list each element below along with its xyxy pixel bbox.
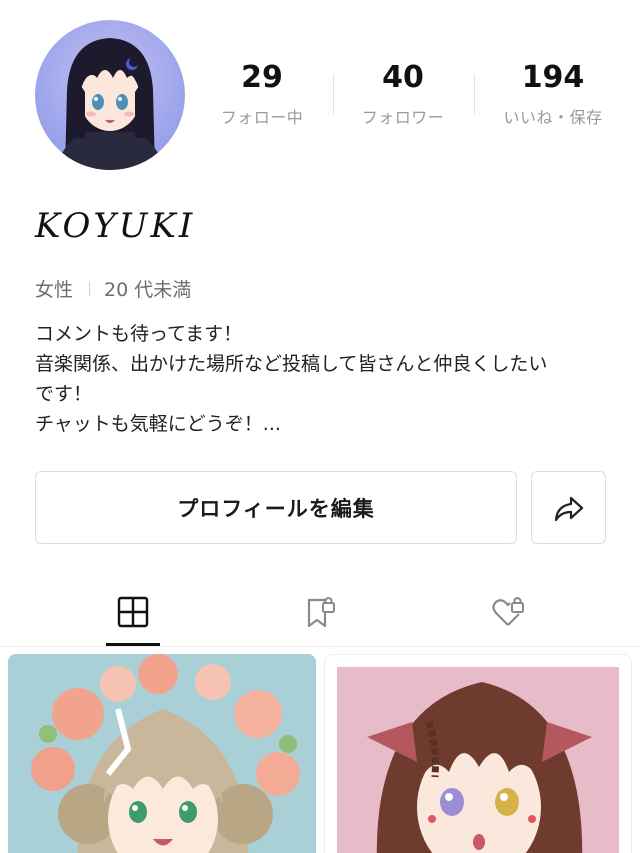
stat-followers[interactable]: 40 フォロワー: [338, 58, 468, 128]
tab-saved[interactable]: [292, 584, 348, 640]
age-label: 20 代未満: [104, 279, 192, 301]
post-illustration: [31, 654, 300, 853]
likes-label: いいね・保存: [503, 108, 603, 127]
tabs-divider: [0, 646, 640, 647]
avatar-illustration: [55, 38, 165, 170]
stat-following[interactable]: 29 フォロー中: [197, 58, 327, 128]
post-image-frame: [337, 667, 619, 853]
edit-profile-button[interactable]: プロフィールを編集: [35, 471, 517, 544]
bio-line: です！: [35, 383, 93, 405]
share-button[interactable]: [531, 471, 606, 544]
gender-label: 女性: [35, 279, 74, 301]
bio-line: チャットも気軽にどうぞ！...: [35, 413, 281, 435]
stat-likes[interactable]: 194 いいね・保存: [488, 58, 618, 128]
tab-posts-grid[interactable]: [105, 584, 161, 640]
bookmark-lock-icon: [307, 597, 335, 628]
avatar[interactable]: [35, 20, 185, 170]
profile-name: KOYUKI: [35, 206, 196, 246]
grid-icon: [117, 596, 149, 628]
profile-page: 29 フォロー中 40 フォロワー 194 いいね・保存 KOYUKI 女性 2…: [0, 0, 640, 853]
profile-bio[interactable]: コメントも待ってます！ 音楽関係、出かけた場所など投稿して皆さんと仲良くしたい …: [35, 319, 615, 439]
post-illustration: [367, 682, 592, 853]
stat-divider: [474, 74, 475, 114]
post-thumbnail[interactable]: [324, 654, 632, 853]
following-label: フォロー中: [220, 108, 304, 127]
bio-line: コメントも待ってます！: [35, 323, 243, 345]
bio-line: 音楽関係、出かけた場所など投稿して皆さんと仲良くしたい: [35, 353, 548, 375]
share-arrow-icon: [554, 496, 583, 521]
followers-label: フォロワー: [361, 108, 445, 127]
following-count: 29: [241, 60, 283, 95]
post-thumbnail[interactable]: [8, 654, 316, 853]
heart-lock-icon: [492, 597, 524, 626]
likes-count: 194: [521, 60, 585, 95]
followers-count: 40: [382, 60, 424, 95]
meta-divider: [89, 281, 91, 296]
tab-liked[interactable]: [480, 584, 536, 640]
stat-divider: [333, 74, 334, 114]
profile-meta: 女性 20 代未満: [35, 275, 191, 302]
